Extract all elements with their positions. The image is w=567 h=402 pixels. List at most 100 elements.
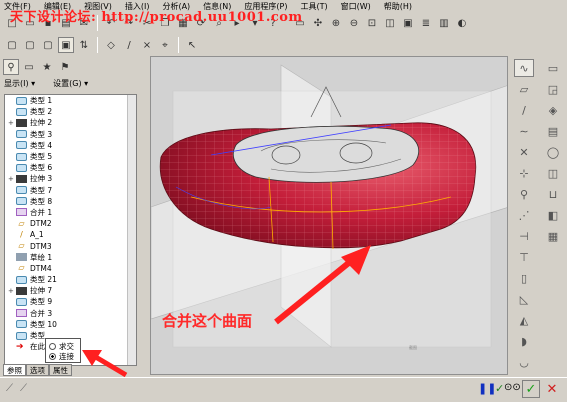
blend-icon[interactable]: ▤ [543, 122, 563, 140]
tree-item[interactable]: 类型 6 [5, 162, 136, 173]
tree-item[interactable]: ▱ DTM4 [5, 263, 136, 274]
orient-icon[interactable]: ◫ [382, 15, 398, 31]
datum-curve-icon[interactable]: ∼ [514, 122, 534, 140]
offset-icon[interactable]: ⊣ [514, 227, 534, 245]
hole-icon[interactable]: ◯ [543, 143, 563, 161]
datum-axis-display-icon[interactable]: / [121, 37, 137, 53]
csys-icon[interactable]: ⊹ [514, 164, 534, 182]
cancel-button[interactable]: ✕ [543, 380, 561, 398]
tree-item[interactable]: 类型 2 [5, 106, 136, 117]
tree-item-label: 类型 4 [30, 140, 53, 150]
feature-icon [16, 163, 27, 172]
tree-item-label: 合并 1 [30, 207, 53, 217]
option-join[interactable]: 连接 [49, 351, 77, 361]
context-help-icon[interactable]: ↖ [184, 37, 200, 53]
tree-item[interactable]: 类型 21 [5, 274, 136, 285]
revolve-tool-icon[interactable]: ◲ [543, 80, 563, 98]
boundary-icon[interactable]: ◡ [514, 353, 534, 371]
tree-item-label: 拉伸 3 [30, 174, 53, 184]
tree-item[interactable]: 类型 5 [5, 151, 136, 162]
orient-pick-icon[interactable]: ⟋ [6, 383, 13, 394]
tree-item[interactable]: 类型 9 [5, 296, 136, 307]
refit-icon[interactable]: ⊡ [364, 15, 380, 31]
sketch-curve-icon[interactable]: ∿ [514, 59, 534, 77]
tree-item[interactable]: ▱ DTM3 [5, 240, 136, 251]
pick-tool-icon[interactable]: ⟋ [20, 383, 27, 394]
zoom-out-icon[interactable]: ⊖ [346, 15, 362, 31]
wireframe-icon[interactable]: ▢ [4, 37, 20, 53]
tree-item[interactable]: + 拉伸 2 [5, 117, 136, 128]
no-hidden-icon[interactable]: ▢ [40, 37, 56, 53]
menu-help[interactable]: 帮助(H) [384, 1, 412, 12]
datum-plane-display-icon[interactable]: ◇ [103, 37, 119, 53]
tree-item-label: 拉伸 2 [30, 118, 53, 128]
settings-menu[interactable]: 设置(G) ▾ [53, 78, 88, 89]
tree-item-label: 类型 [30, 331, 45, 341]
favorites-icon[interactable]: ★ [39, 59, 55, 75]
spin-center-icon[interactable]: ✣ [310, 15, 326, 31]
shell-icon[interactable]: ◭ [514, 311, 534, 329]
hidden-line-icon[interactable]: ▢ [22, 37, 38, 53]
tree-scrollbar[interactable] [127, 95, 136, 365]
ok-button[interactable]: ✓ [522, 380, 540, 398]
tree-item[interactable]: ▱ DTM2 [5, 218, 136, 229]
tree-item[interactable]: 类型 8 [5, 196, 136, 207]
extend-icon[interactable]: ▦ [543, 227, 563, 245]
tree-item-label: 类型 2 [30, 107, 53, 117]
view-manager-icon[interactable]: ▥ [436, 15, 452, 31]
tree-item[interactable]: 类型 7 [5, 185, 136, 196]
saved-views-icon[interactable]: ▣ [400, 15, 416, 31]
extrude-icon [16, 286, 27, 295]
datum-point-display-icon[interactable]: × [139, 37, 155, 53]
tab-references[interactable]: 参照 [3, 364, 26, 376]
expand-icon[interactable]: + [8, 119, 16, 127]
radio-intersect[interactable] [49, 342, 56, 350]
tree-item[interactable]: + 拉伸 7 [5, 285, 136, 296]
menu-window[interactable]: 窗口(W) [341, 1, 371, 12]
datum-plane-icon[interactable]: ▱ [514, 80, 534, 98]
tree-item[interactable]: + 拉伸 3 [5, 173, 136, 184]
datum-point-icon[interactable]: ✕ [514, 143, 534, 161]
sweep-icon[interactable]: ⊤ [514, 248, 534, 266]
tree-item[interactable]: 草绘 1 [5, 252, 136, 263]
trim-icon[interactable]: ◧ [543, 206, 563, 224]
connections-icon[interactable]: ⚑ [57, 59, 73, 75]
model-tree-toggle-icon[interactable]: ⇅ [76, 37, 92, 53]
pause-icon[interactable]: ❚❚ [478, 382, 496, 395]
tree-item[interactable]: 类型 4 [5, 140, 136, 151]
tree-item[interactable]: 合并 1 [5, 207, 136, 218]
show-menu[interactable]: 显示(I) ▾ [4, 78, 35, 89]
expand-icon[interactable]: + [8, 175, 16, 183]
zoom-in-icon[interactable]: ⊕ [328, 15, 344, 31]
pattern-icon[interactable]: ⋰ [514, 206, 534, 224]
tree-item[interactable]: 类型 3 [5, 129, 136, 140]
cockpit-opening [232, 126, 420, 183]
option-intersect[interactable]: 求交 [49, 341, 77, 351]
radio-join[interactable] [49, 352, 56, 360]
tab-options[interactable]: 选项 [26, 364, 49, 376]
csys-display-icon[interactable]: ⌖ [157, 37, 173, 53]
layers-icon[interactable]: ≣ [418, 15, 434, 31]
extrude-tool-icon[interactable]: ▭ [543, 59, 563, 77]
variable-sweep-icon[interactable]: ◈ [543, 101, 563, 119]
appearance-icon[interactable]: ◐ [454, 15, 470, 31]
glasses-preview-icon[interactable]: ⊙⊙ [504, 382, 521, 393]
folder-browser-icon[interactable]: ▭ [21, 59, 37, 75]
draft-icon[interactable]: ◺ [514, 290, 534, 308]
rib-icon[interactable]: ◗ [514, 332, 534, 350]
round-icon[interactable]: ▯ [514, 269, 534, 287]
tree-item[interactable]: 类型 1 [5, 95, 136, 106]
preview-check-icon[interactable]: ✓ [495, 382, 504, 395]
datum-axis-icon[interactable]: / [514, 101, 534, 119]
model-tree-tab-icon[interactable]: ⚲ [3, 59, 19, 75]
expand-icon[interactable]: + [8, 287, 16, 295]
tree-item[interactable]: / A_1 [5, 229, 136, 240]
analysis-icon[interactable]: ⚲ [514, 185, 534, 203]
merge-tool-icon[interactable]: ⊔ [543, 185, 563, 203]
menu-tools[interactable]: 工具(T) [301, 1, 328, 12]
tree-item[interactable]: 类型 10 [5, 319, 136, 330]
tab-properties[interactable]: 属性 [49, 364, 72, 376]
mirror-icon[interactable]: ◫ [543, 164, 563, 182]
tree-item[interactable]: 合并 3 [5, 308, 136, 319]
shading-icon[interactable]: ▣ [58, 37, 74, 53]
